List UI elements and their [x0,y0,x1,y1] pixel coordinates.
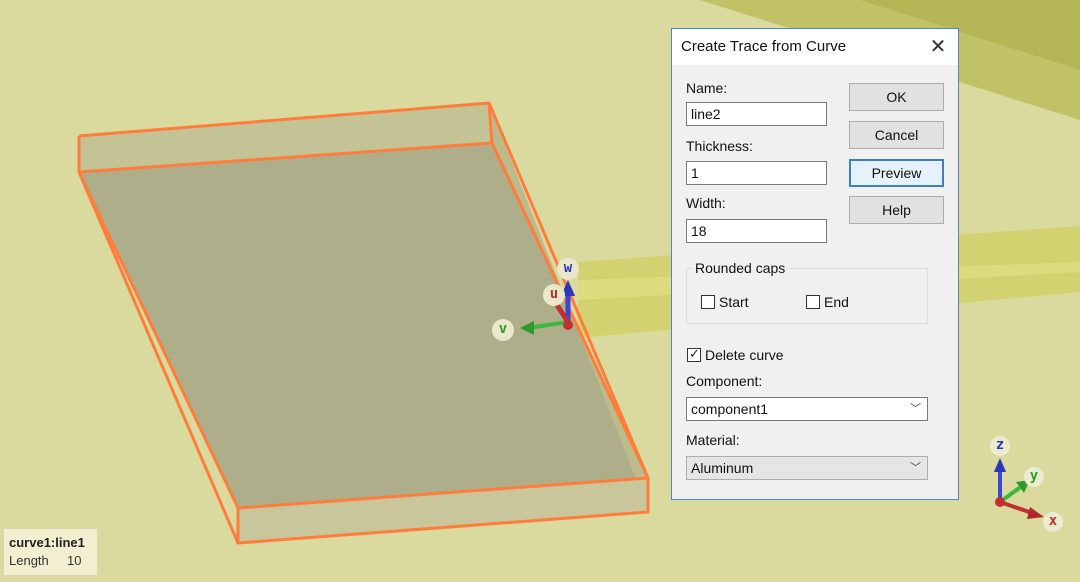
create-trace-dialog: Create Trace from Curve ✕ Name: Thicknes… [671,28,959,500]
chevron-down-icon: ﹀ [910,462,921,474]
axis-label-x: x [1043,512,1063,532]
chevron-down-icon: ﹀ [910,403,921,415]
end-label: End [824,294,849,310]
axis-y-text: y [1029,468,1039,484]
gizmo-u-text: u [549,286,559,302]
material-label: Material: [686,432,740,448]
delete-curve-label: Delete curve [705,347,784,363]
close-icon[interactable]: ✕ [926,35,950,59]
start-checkbox[interactable] [701,295,715,309]
component-select[interactable]: component1 ﹀ [686,397,928,421]
length-row: Length 10 [9,552,91,570]
dialog-title: Create Trace from Curve [681,38,847,55]
length-value: 10 [67,553,82,568]
thickness-input[interactable] [686,161,827,185]
component-select-value: component1 [691,401,769,417]
thickness-label: Thickness: [686,138,753,154]
end-checkbox[interactable] [806,295,820,309]
help-button[interactable]: Help [849,196,944,224]
cancel-button[interactable]: Cancel [849,121,944,149]
length-label: Length [9,553,49,568]
gizmo-label-u[interactable]: u [543,284,565,306]
ok-button[interactable]: OK [849,83,944,111]
component-label: Component: [686,373,763,389]
name-label: Name: [686,80,728,96]
material-select-value: Aluminum [691,460,754,476]
width-input[interactable] [686,219,827,243]
gizmo-v-text: v [498,321,508,337]
rounded-caps-label: Rounded caps [692,260,789,276]
name-input[interactable] [686,102,827,126]
gizmo-label-v[interactable]: v [492,319,514,341]
delete-curve-checkbox[interactable]: ✓ [687,346,701,362]
material-select[interactable]: Aluminum ﹀ [686,456,928,480]
preview-button[interactable]: Preview [849,159,944,187]
checkmark-icon: ✓ [689,346,700,361]
axis-x-text: x [1048,513,1058,529]
axis-z-text: z [995,437,1005,453]
gizmo-w-text: w [563,260,573,276]
selection-info-box: curve1:line1 Length 10 [3,528,98,576]
gizmo-label-w[interactable]: w [557,258,579,280]
width-label: Width: [686,195,726,211]
axis-label-y: y [1024,467,1044,487]
axis-label-z: z [990,436,1010,456]
selected-object-name: curve1:line1 [9,535,85,550]
dialog-titlebar[interactable]: Create Trace from Curve ✕ [672,29,958,65]
start-label: Start [719,294,749,310]
